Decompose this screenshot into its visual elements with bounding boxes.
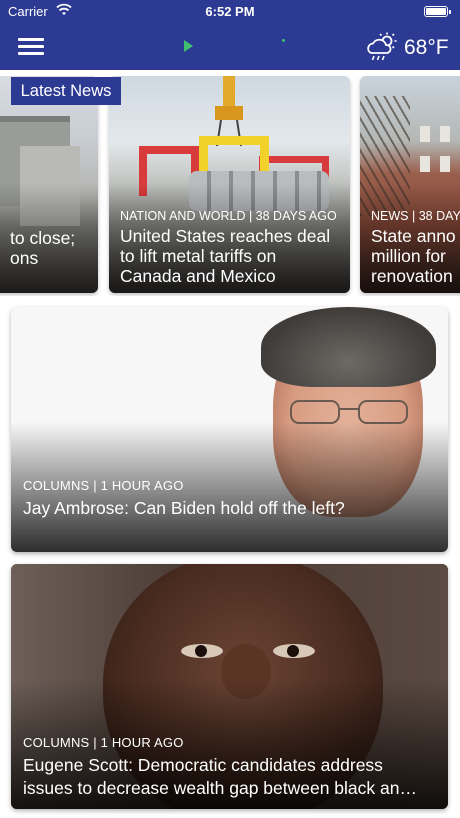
temperature-label[interactable]: 68°F <box>404 36 449 60</box>
carousel-card[interactable]: NEWS | 38 DAY State anno million for ren… <box>360 76 460 293</box>
battery-icon <box>424 6 451 17</box>
carousel-card-title: to close; ons <box>10 228 76 268</box>
carousel-card[interactable]: NATION AND WORLD | 38 DAYS AGO United St… <box>109 76 350 293</box>
story-card[interactable]: COLUMNS | 1 HOUR AGO Eugene Scott: Democ… <box>11 564 448 809</box>
status-time: 6:52 PM <box>205 4 255 19</box>
logo-dot-icon <box>282 39 285 42</box>
carousel-card-category: NEWS | 38 DAY <box>371 209 460 223</box>
menu-icon[interactable] <box>18 38 44 56</box>
featured-carousel[interactable]: to close; ons NATION AND WORLD | 38 DAYS… <box>0 76 460 296</box>
carousel-card-title: State anno million for renovation <box>371 226 456 286</box>
story-category: COLUMNS | 1 HOUR AGO <box>23 478 184 493</box>
status-bar: Carrier 6:52 PM <box>0 0 460 24</box>
latest-news-badge: Latest News <box>11 77 121 105</box>
carousel-card-title: United States reaches deal to lift metal… <box>120 226 331 286</box>
logo-mark-icon <box>184 40 193 52</box>
partly-cloudy-rain-icon[interactable] <box>365 32 399 62</box>
story-title: Eugene Scott: Democratic candidates addr… <box>23 755 417 798</box>
nav-bar: 68°F <box>0 24 460 70</box>
story-title: Jay Ambrose: Can Biden hold off the left… <box>23 498 345 518</box>
carousel-card-category: NATION AND WORLD | 38 DAYS AGO <box>120 209 337 223</box>
story-category: COLUMNS | 1 HOUR AGO <box>23 735 184 750</box>
carousel-card[interactable]: to close; ons <box>0 76 98 293</box>
story-card[interactable]: COLUMNS | 1 HOUR AGO Jay Ambrose: Can Bi… <box>11 307 448 552</box>
